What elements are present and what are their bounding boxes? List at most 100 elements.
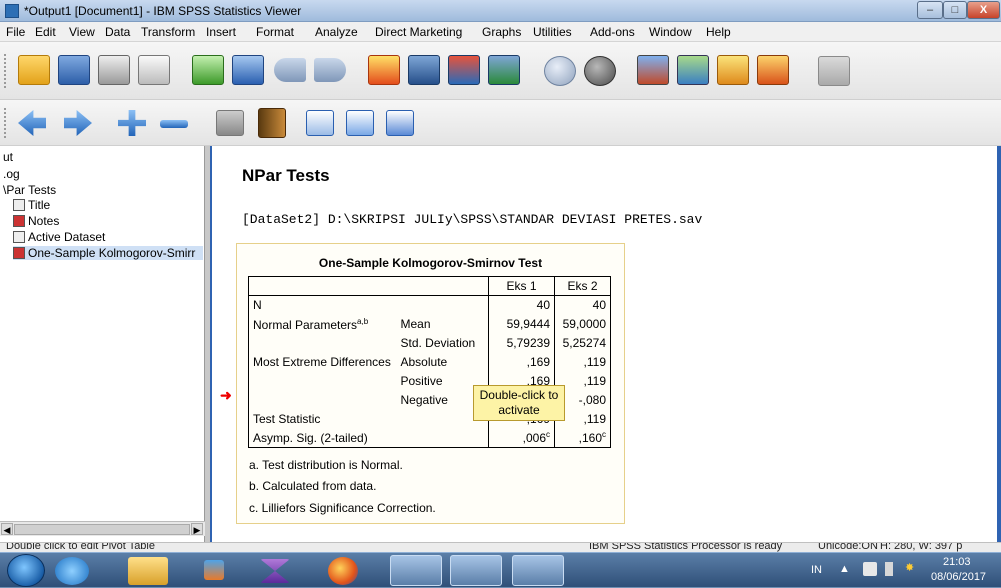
dataset-path: [DataSet2] D:\SKRIPSI JULIy\SPSS\STANDAR… xyxy=(242,212,703,227)
outline-item-title[interactable]: Title xyxy=(13,198,50,212)
scroll-left-icon[interactable]: ◀ xyxy=(1,523,13,535)
ks-test-table: Eks 1 Eks 2 N 40 40 Normal Parametersa,b… xyxy=(248,276,611,448)
ie-icon[interactable] xyxy=(55,557,89,585)
scroll-thumb[interactable] xyxy=(14,524,190,535)
show-icon[interactable] xyxy=(216,110,244,136)
outline-item-label: One-Sample Kolmogorov-Smirr xyxy=(28,246,196,260)
outline-pane: ut .og \Par Tests Title Notes Active Dat… xyxy=(0,146,205,542)
menu-window[interactable]: Window xyxy=(649,25,692,39)
output-vertical-scrollbar[interactable] xyxy=(997,146,1001,542)
visual-studio-icon[interactable] xyxy=(260,559,290,583)
menu-direct-marketing[interactable]: Direct Marketing xyxy=(375,25,462,39)
menu-analyze[interactable]: Analyze xyxy=(315,25,358,39)
variables-icon[interactable] xyxy=(448,55,480,85)
menu-insert[interactable]: Insert xyxy=(206,25,236,39)
menu-format[interactable]: Format xyxy=(256,25,294,39)
edit-icon[interactable] xyxy=(717,55,749,85)
pivot-table[interactable]: One-Sample Kolmogorov-Smirnov Test Eks 1… xyxy=(236,243,625,524)
section-heading: NPar Tests xyxy=(242,166,330,185)
menu-transform[interactable]: Transform xyxy=(141,25,195,39)
tray-expand-icon[interactable]: ▲ xyxy=(839,563,850,575)
recall-dialog-icon[interactable] xyxy=(232,55,264,85)
insert-title-icon[interactable] xyxy=(346,110,374,136)
status-bar: Double click to edit Pivot Table IBM SPS… xyxy=(0,542,1001,552)
menu-graphs[interactable]: Graphs xyxy=(482,25,521,39)
dimension-status: H: 280, W: 397 p xyxy=(880,542,963,552)
insert-output-icon[interactable] xyxy=(637,55,669,85)
outline-horizontal-scrollbar[interactable]: ◀ ▶ xyxy=(0,521,205,536)
footnote: a. Test distribution is Normal. xyxy=(249,458,403,472)
explorer-icon[interactable] xyxy=(128,557,168,585)
insert-heading-icon[interactable] xyxy=(306,110,334,136)
selection-arrow-icon: ➜ xyxy=(220,387,232,403)
designate-window-icon[interactable] xyxy=(677,55,709,85)
toolbar-grip[interactable] xyxy=(4,54,7,88)
menu-utilities[interactable]: Utilities xyxy=(533,25,572,39)
outline-item-label: Notes xyxy=(28,214,60,228)
scroll-right-icon[interactable]: ▶ xyxy=(191,523,203,535)
goto-case-icon[interactable] xyxy=(408,55,440,85)
hide-book-icon[interactable] xyxy=(258,108,286,138)
outline-item-active-dataset[interactable]: Active Dataset xyxy=(13,230,105,244)
outline-item-ks-test[interactable]: One-Sample Kolmogorov-Smirr xyxy=(13,246,203,260)
column-header: Eks 2 xyxy=(554,276,611,296)
excel-icon[interactable] xyxy=(512,555,564,586)
hide-icon[interactable] xyxy=(584,56,616,86)
outline-item-output[interactable]: ut xyxy=(3,150,13,164)
toolbar-grip[interactable] xyxy=(4,108,7,138)
clock-date[interactable]: 08/06/2017 xyxy=(931,571,986,583)
language-indicator[interactable]: IN xyxy=(811,564,822,576)
save-icon[interactable] xyxy=(58,55,90,85)
goto-data-icon[interactable] xyxy=(368,55,400,85)
menu-addons[interactable]: Add-ons xyxy=(590,25,635,39)
main-toolbar xyxy=(0,42,1001,100)
open-folder-icon[interactable] xyxy=(18,55,50,85)
print-icon[interactable] xyxy=(98,55,130,85)
export-icon[interactable] xyxy=(192,55,224,85)
outline-item-notes[interactable]: Notes xyxy=(13,214,59,228)
status-message: Double click to edit Pivot Table xyxy=(6,542,155,552)
flag-icon[interactable]: ✸ xyxy=(905,561,914,574)
column-header: Eks 1 xyxy=(488,276,555,296)
show-all-icon[interactable] xyxy=(544,56,576,86)
undo-icon[interactable] xyxy=(274,58,306,82)
menu-help[interactable]: Help xyxy=(706,25,731,39)
collapse-icon[interactable] xyxy=(160,120,188,128)
script-icon[interactable] xyxy=(757,55,789,85)
processor-status: IBM SPSS Statistics Processor is ready xyxy=(589,542,783,552)
expand-icon[interactable] xyxy=(118,110,146,136)
media-player-icon[interactable] xyxy=(204,560,224,580)
menu-edit[interactable]: Edit xyxy=(35,25,56,39)
unicode-status: Unicode:ON xyxy=(818,542,878,552)
redo-icon[interactable] xyxy=(314,58,346,82)
select-output-icon[interactable] xyxy=(488,55,520,85)
close-button[interactable]: X xyxy=(967,1,1000,19)
spss-icon[interactable] xyxy=(450,555,502,586)
disabled-icon xyxy=(818,56,850,86)
maximize-button[interactable]: □ xyxy=(943,1,967,19)
table-row: Std. Deviation 5,79239 5,25274 xyxy=(248,333,611,353)
firefox-icon[interactable] xyxy=(328,557,358,585)
promote-icon[interactable] xyxy=(18,110,46,136)
start-button-icon[interactable] xyxy=(7,554,45,587)
menu-bar: File Edit View Data Transform Insert For… xyxy=(0,22,1001,42)
notes-icon xyxy=(13,215,25,227)
menu-file[interactable]: File xyxy=(6,25,25,39)
outline-item-log[interactable]: .og xyxy=(3,167,20,181)
battery-icon[interactable] xyxy=(885,562,893,576)
demote-icon[interactable] xyxy=(64,110,92,136)
outline-item-label: .og xyxy=(3,167,20,181)
outline-item-npar-tests[interactable]: \Par Tests xyxy=(3,183,56,197)
minimize-button[interactable]: – xyxy=(917,1,943,19)
print-preview-icon[interactable] xyxy=(138,55,170,85)
menu-data[interactable]: Data xyxy=(105,25,130,39)
spss-viewer-icon xyxy=(5,4,19,18)
insert-text-icon[interactable] xyxy=(386,110,414,136)
network-icon[interactable] xyxy=(863,562,877,576)
clock-time[interactable]: 21:03 xyxy=(943,556,971,568)
dataset-icon xyxy=(13,231,25,243)
double-click-tooltip: Double-click to activate xyxy=(473,385,565,421)
menu-view[interactable]: View xyxy=(69,25,95,39)
title-bar: *Output1 [Document1] - IBM SPSS Statisti… xyxy=(0,0,1001,22)
word-icon[interactable] xyxy=(390,555,442,586)
